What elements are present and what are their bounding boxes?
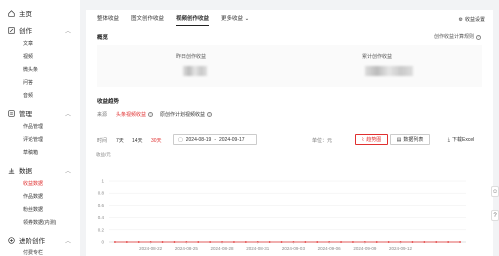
x-tick-label: 2024-09-09 [353,246,377,251]
data-point [304,241,307,243]
data-point [447,241,450,243]
data-point [233,241,235,243]
edit-icon [8,26,15,34]
nav-data-label: 数据 [19,168,32,175]
nav-data[interactable]: 数据 ︿ [8,165,71,175]
y-axis-label: 收益/元 [96,151,111,158]
manage-icon [8,109,15,117]
y-tick-label: 0.4 [98,215,105,220]
chevron-up-icon: ︿ [65,111,72,118]
x-tick-label: 2024-08-22 [139,246,163,251]
data-point [161,241,164,243]
x-tick-label: 2024-08-28 [211,246,235,251]
x-tick-label: 2024-09-03 [282,246,306,251]
nav-home-label: 主页 [19,11,32,18]
sidebar-item-micro[interactable]: 微头条 [23,66,38,73]
help-icon[interactable]: ? [491,210,499,221]
data-point [125,241,128,243]
data-point [375,241,378,243]
data-point [387,241,390,243]
nav-manage[interactable]: 管理 ︿ [8,108,71,118]
data-point [137,241,140,243]
sidebar-item-works[interactable]: 作品管理 [23,123,43,130]
data-point [411,241,414,243]
main-panel: 整体收益 图文创作收益 视频创作收益 更多收益 ⌄ ⚙ 收益设置 概览 创作收益… [86,10,493,256]
nav-advanced[interactable]: 进阶创作 ︿ [8,235,71,245]
x-tick-label: 2024-08-25 [175,246,199,251]
income-trend-chart: 收益/元 1 0.8 0.6 0.4 0.2 0 2024-08-22 2024-08-25 20… [96,151,466,251]
sidebar-item-income[interactable]: 收益数据 [23,180,43,187]
data-point [114,241,116,243]
nav-create[interactable]: 创作 ︿ [8,25,71,35]
sidebar-item-article[interactable]: 文章 [23,40,33,47]
sidebar: 主页 创作 ︿ 文章 视频 微头条 问答 音频 管理 ︿ 作品管理 评论管理 草… [0,0,80,256]
x-tick-label: 2024-08-31 [246,246,270,251]
data-point [435,241,438,243]
data-point [316,241,319,243]
data-point [209,241,212,243]
data-point [340,241,342,243]
chevron-up-icon: ︿ [65,28,72,35]
data-point [280,241,283,243]
data-point [423,241,426,243]
advanced-icon [8,236,15,244]
data-point [268,241,271,243]
nav-create-label: 创作 [19,28,32,35]
x-tick-label: 2024-09-06 [318,246,342,251]
y-tick-label: 0.6 [98,203,105,208]
data-point [459,241,461,243]
sidebar-item-video[interactable]: 视频 [23,53,33,60]
y-tick-label: 0 [101,240,104,245]
data-point [244,241,247,243]
data-point [352,241,354,243]
y-tick-label: 1 [101,179,104,184]
sidebar-item-paid-column[interactable]: 付费专栏 [23,249,43,256]
sidebar-item-comments[interactable]: 评论管理 [23,136,43,143]
sidebar-item-works-data[interactable]: 作品数据 [23,193,43,200]
chevron-up-icon: ︿ [65,168,72,175]
sidebar-item-qa[interactable]: 问答 [23,79,33,86]
y-tick-label: 0.2 [98,227,105,232]
feedback-icon[interactable]: ☺ [491,186,499,197]
data-point [173,241,176,243]
chart-icon [8,167,15,174]
y-tick-label: 0.8 [98,191,105,196]
data-point [197,241,200,243]
nav-advanced-label: 进阶创作 [19,238,45,245]
home-icon [8,9,15,17]
nav-manage-label: 管理 [19,111,32,118]
sidebar-item-drafts[interactable]: 草稿箱 [23,149,38,156]
chevron-up-icon: ︿ [65,238,72,245]
sidebar-item-coupon-data[interactable]: 领券数据(内测) [23,219,56,226]
x-tick-label: 2024-09-12 [389,246,413,251]
sidebar-item-audio[interactable]: 音频 [23,92,33,99]
sidebar-item-fans-data[interactable]: 粉丝数据 [23,206,43,213]
nav-home[interactable]: 主页 [8,8,32,18]
